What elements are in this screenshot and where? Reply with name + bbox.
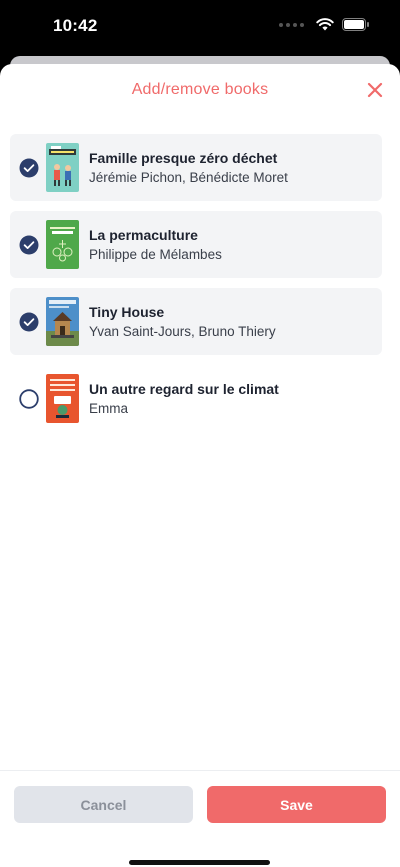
save-button[interactable]: Save bbox=[207, 786, 386, 823]
sheet-title: Add/remove books bbox=[131, 81, 269, 98]
climat-cover-icon bbox=[46, 374, 79, 423]
sheet-header: Add/remove books bbox=[0, 64, 400, 116]
signal-icon bbox=[279, 22, 304, 27]
tiny-house-cover-icon bbox=[46, 297, 79, 346]
book-title: La permaculture bbox=[89, 227, 198, 243]
book-row-3[interactable]: Un autre regard sur le climat Emma bbox=[10, 365, 382, 432]
close-icon[interactable] bbox=[364, 79, 386, 101]
permaculture-cover-icon bbox=[46, 220, 79, 269]
book-title: Famille presque zéro déchet bbox=[89, 150, 278, 166]
modal-sheet: Add/remove books Famille presque zéro dé… bbox=[0, 64, 400, 867]
book-text: Famille presque zéro déchet Jérémie Pich… bbox=[89, 149, 374, 187]
battery-icon bbox=[342, 18, 369, 31]
book-author: Philippe de Mélambes bbox=[89, 247, 222, 262]
book-row-1[interactable]: La permaculture Philippe de Mélambes bbox=[10, 211, 382, 278]
book-author: Emma bbox=[89, 401, 129, 416]
zero-dechet-cover-icon bbox=[46, 143, 79, 192]
unchecked-icon[interactable] bbox=[19, 389, 39, 409]
screen: 10:42 Add/remove books Famille presque z… bbox=[0, 0, 400, 867]
book-list: Famille presque zéro déchet Jérémie Pich… bbox=[10, 134, 382, 442]
book-text: Un autre regard sur le climat Emma bbox=[89, 380, 374, 418]
checked-icon[interactable] bbox=[19, 235, 39, 255]
footer: Cancel Save bbox=[0, 770, 400, 867]
status-time: 10:42 bbox=[53, 16, 98, 35]
cancel-button[interactable]: Cancel bbox=[14, 786, 193, 823]
book-author: Jérémie Pichon, Bénédicte Moret bbox=[89, 170, 288, 185]
book-row-0[interactable]: Famille presque zéro déchet Jérémie Pich… bbox=[10, 134, 382, 201]
wifi-icon bbox=[316, 18, 334, 31]
book-author: Yvan Saint-Jours, Bruno Thiery bbox=[89, 324, 276, 339]
status-bar: 10:42 bbox=[0, 0, 400, 54]
status-icons bbox=[279, 18, 370, 31]
book-text: Tiny House Yvan Saint-Jours, Bruno Thier… bbox=[89, 303, 374, 341]
book-row-2[interactable]: Tiny House Yvan Saint-Jours, Bruno Thier… bbox=[10, 288, 382, 355]
book-title: Un autre regard sur le climat bbox=[89, 381, 279, 397]
checked-icon[interactable] bbox=[19, 312, 39, 332]
checked-icon[interactable] bbox=[19, 158, 39, 178]
book-title: Tiny House bbox=[89, 304, 165, 320]
home-indicator[interactable] bbox=[129, 860, 270, 865]
book-text: La permaculture Philippe de Mélambes bbox=[89, 226, 374, 264]
